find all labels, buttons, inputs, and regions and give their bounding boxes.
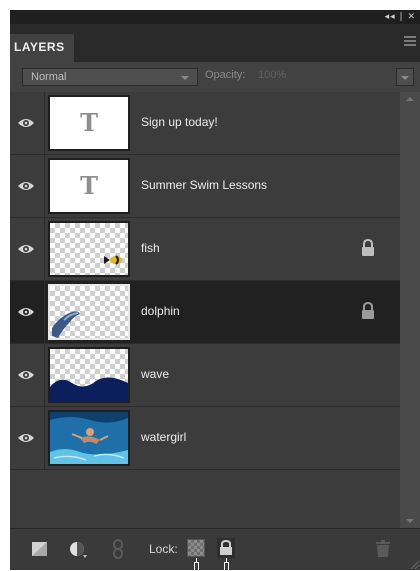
watergirl-thumbnail-image — [50, 412, 128, 464]
layers-panel: ◂◂ | ✕ LAYERS Normal Opacity: 100% T Sig… — [10, 10, 420, 571]
layer-name[interactable]: wave — [141, 367, 169, 381]
blend-mode-value: Normal — [31, 71, 67, 83]
column-divider — [44, 155, 45, 218]
layer-name[interactable]: Summer Swim Lessons — [141, 178, 267, 192]
layer-name[interactable]: Sign up today! — [141, 115, 218, 129]
lock-icon — [362, 301, 374, 319]
panel-menu-icon[interactable] — [404, 36, 416, 46]
layer-thumbnail[interactable] — [48, 284, 130, 340]
text-layer-glyph: T — [80, 108, 98, 137]
column-divider — [44, 92, 45, 155]
dolphin-thumbnail-image — [52, 311, 80, 338]
text-layer-glyph: T — [80, 171, 98, 200]
fish-thumbnail-image — [104, 255, 122, 265]
wave-thumbnail-image — [50, 377, 128, 401]
layer-row-fish[interactable]: fish — [10, 218, 400, 281]
column-divider — [44, 218, 45, 281]
eye-icon[interactable] — [17, 366, 35, 384]
layer-thumbnail[interactable] — [48, 347, 130, 403]
adjustment-layer-icon[interactable] — [68, 539, 88, 559]
lock-transparent-pixels-icon[interactable] — [187, 539, 205, 557]
chevron-up-icon — [406, 97, 414, 101]
tab-row: LAYERS — [10, 24, 420, 62]
layer-list: T Sign up today! T Summer Swim Lessons f… — [10, 92, 400, 528]
scroll-down-button[interactable] — [400, 514, 420, 528]
scroll-up-button[interactable] — [400, 92, 420, 106]
layer-thumbnail[interactable]: T — [48, 95, 130, 151]
layer-row-watergirl[interactable]: watergirl — [10, 407, 400, 470]
panel-top-bar: ◂◂ | ✕ — [10, 10, 420, 24]
eye-icon[interactable] — [17, 303, 35, 321]
layer-thumbnail[interactable]: T — [48, 158, 130, 214]
lock-label: Lock: — [149, 542, 178, 556]
tab-layers[interactable]: LAYERS — [10, 34, 74, 62]
layer-row-dolphin[interactable]: dolphin — [10, 281, 400, 344]
panel-bottom-bar: Lock: — [10, 528, 420, 571]
chevron-down-icon — [406, 519, 414, 523]
options-row: Normal Opacity: 100% — [10, 62, 420, 92]
layer-name[interactable]: fish — [141, 241, 160, 255]
opacity-value[interactable]: 100% — [258, 69, 286, 81]
chevron-down-icon — [401, 76, 409, 80]
eye-icon[interactable] — [17, 177, 35, 195]
layer-row-sign-up-today[interactable]: T Sign up today! — [10, 92, 400, 155]
layer-thumbnail[interactable] — [48, 221, 130, 277]
tab-layers-label: LAYERS — [14, 40, 65, 54]
layer-list-scrollbar[interactable] — [400, 92, 420, 528]
window-controls[interactable]: ◂◂ | ✕ — [385, 10, 416, 24]
eye-icon[interactable] — [17, 240, 35, 258]
chevron-down-icon — [181, 76, 189, 80]
opacity-dropdown-button[interactable] — [396, 68, 414, 86]
column-divider — [44, 407, 45, 470]
layer-name[interactable]: watergirl — [141, 430, 186, 444]
layer-name[interactable]: dolphin — [141, 304, 180, 318]
opacity-label: Opacity: — [205, 69, 246, 81]
link-icon[interactable] — [108, 539, 128, 559]
layer-row-wave[interactable]: wave — [10, 344, 400, 407]
lock-icon — [362, 238, 374, 256]
lock-all-icon[interactable] — [217, 538, 235, 558]
eye-icon[interactable] — [17, 114, 35, 132]
layer-row-summer-swim-lessons[interactable]: T Summer Swim Lessons — [10, 155, 400, 218]
eye-icon[interactable] — [17, 429, 35, 447]
column-divider — [44, 344, 45, 407]
layer-thumbnail[interactable] — [48, 410, 130, 466]
new-layer-icon[interactable] — [30, 539, 50, 559]
blend-mode-select[interactable]: Normal — [22, 68, 198, 86]
trash-icon[interactable] — [373, 539, 393, 559]
column-divider — [44, 281, 45, 344]
resize-grip-icon[interactable] — [408, 558, 420, 570]
